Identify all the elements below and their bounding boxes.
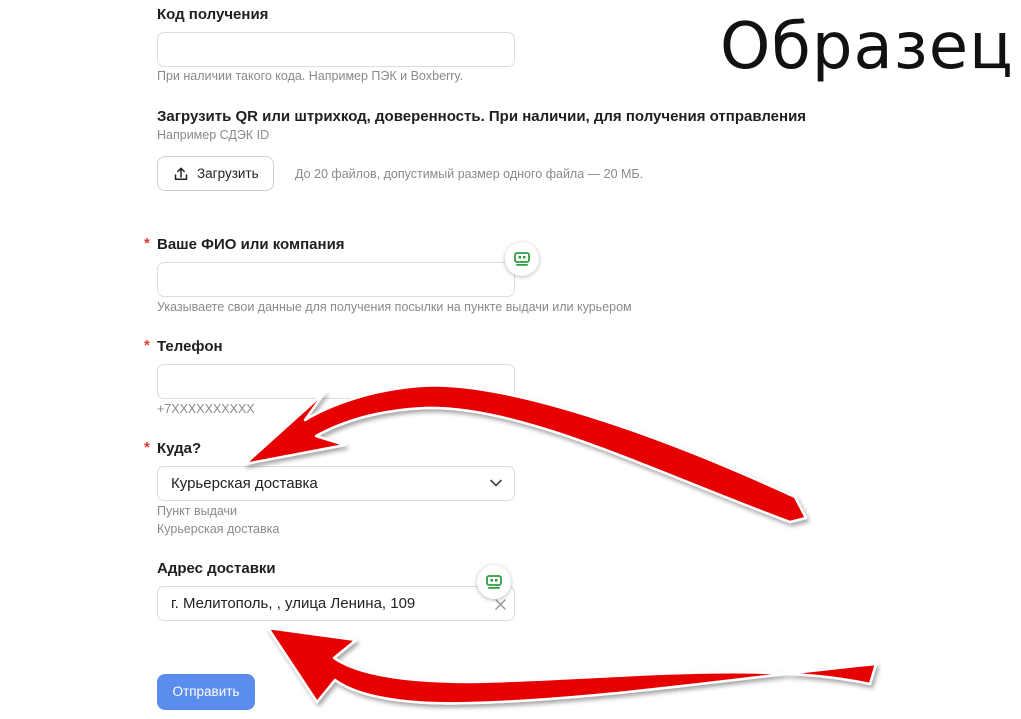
arrow-to-address [266, 626, 878, 705]
annotation-arrows [243, 384, 878, 705]
arrow-to-destination [243, 384, 808, 524]
